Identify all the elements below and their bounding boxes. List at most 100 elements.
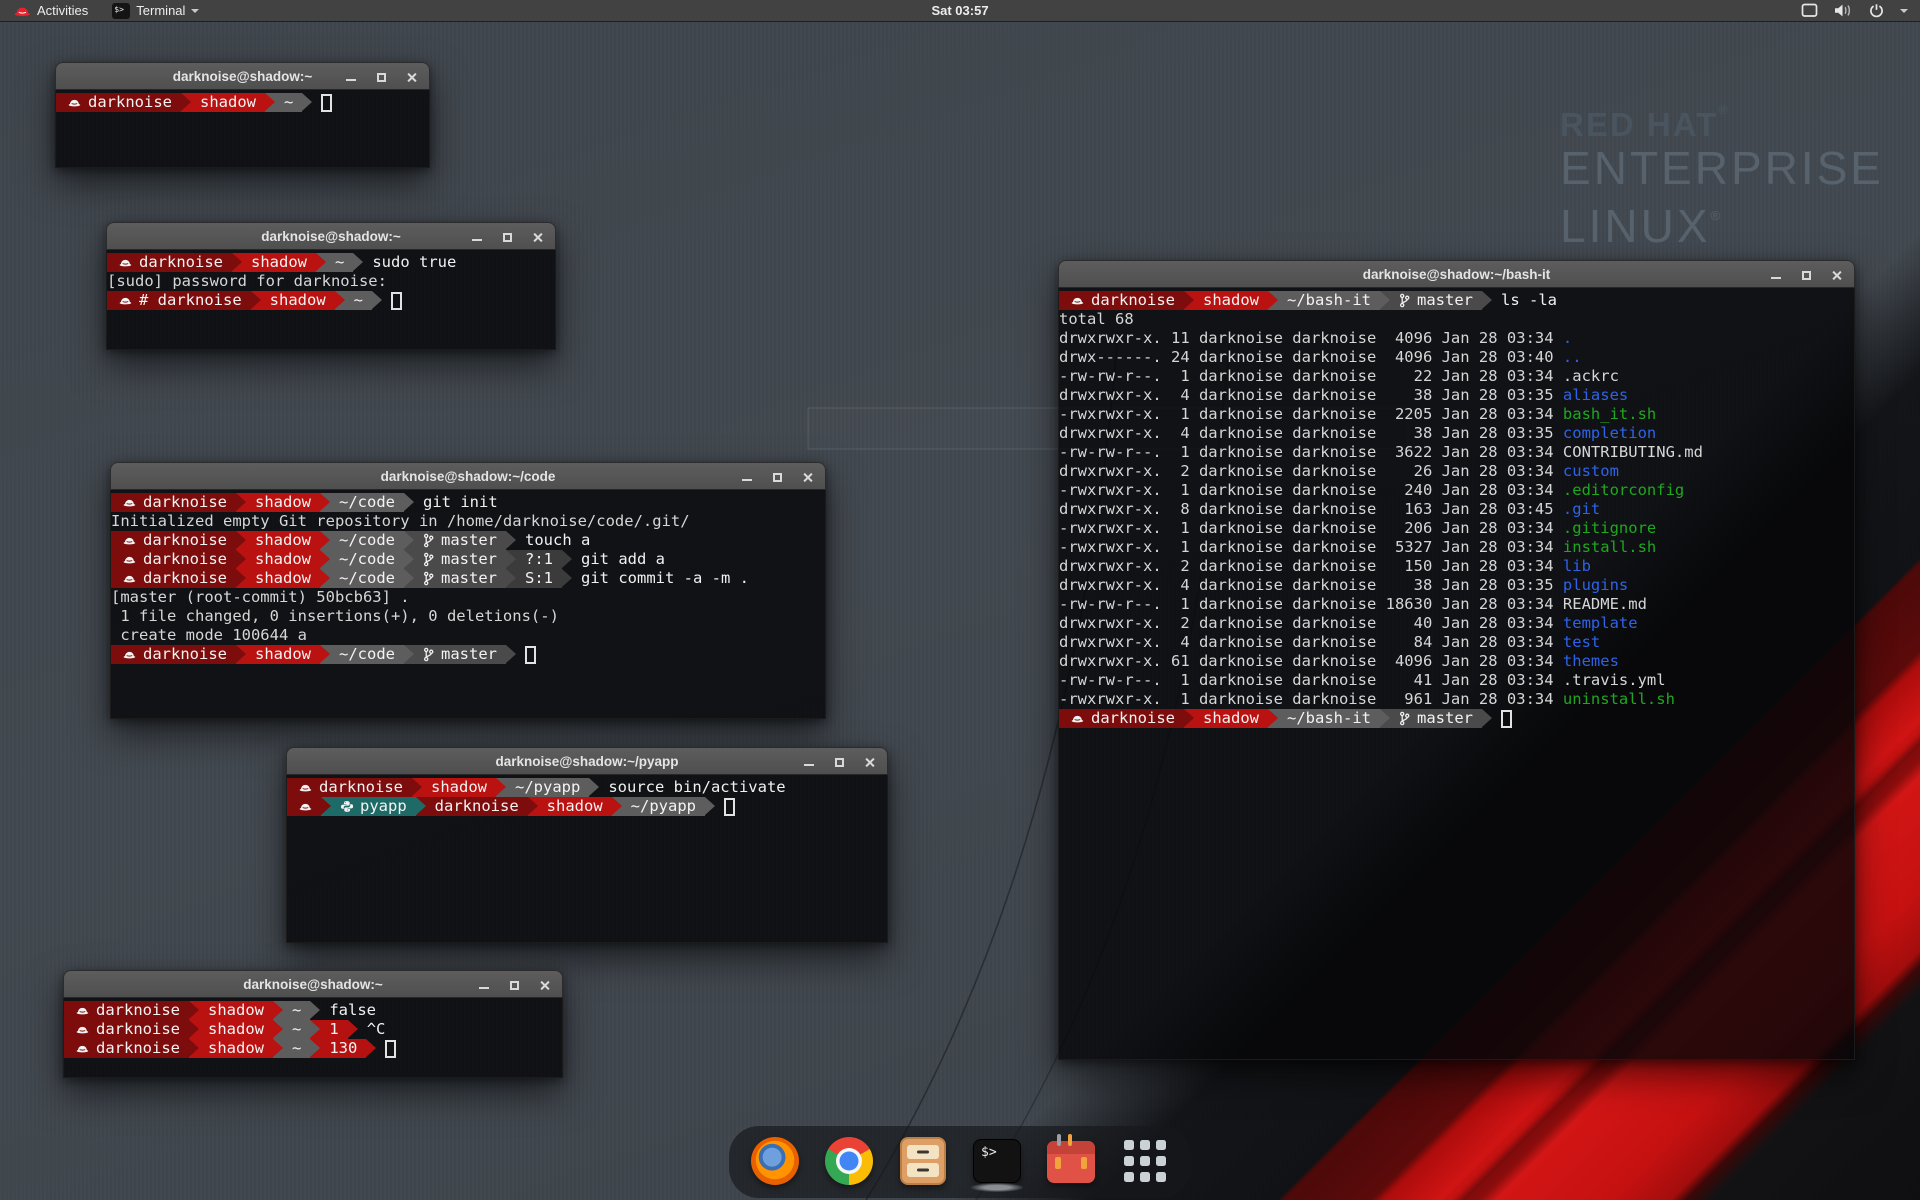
minimize-icon [346, 79, 356, 81]
powerline-arrow-icon [316, 253, 326, 272]
prompt-line: darknoiseshadow~ [56, 93, 429, 112]
prompt-segment-user: darknoise [107, 253, 232, 272]
output-line: -rwxrwxr-x. 1 darknoise darknoise 240 Ja… [1059, 481, 1854, 500]
maximize-button[interactable] [1798, 267, 1814, 283]
output-line: -rw-rw-r--. 1 darknoise darknoise 3622 J… [1059, 443, 1854, 462]
redhat-icon [123, 573, 136, 584]
redhat-icon [299, 782, 312, 793]
terminal-window-bash-it: darknoise@shadow:~/bash-it darknoiseshad… [1058, 260, 1855, 1060]
output-text: drwxrwxr-x. 4 darknoise darknoise 38 Jan… [1059, 386, 1563, 405]
prompt-segment-host: shadow [246, 550, 320, 569]
window-titlebar[interactable]: darknoise@shadow:~/bash-it [1058, 260, 1855, 288]
volume-icon[interactable] [1834, 3, 1853, 18]
terminal-content[interactable]: darknoiseshadow~/pyappsource bin/activat… [286, 775, 888, 943]
minimize-button[interactable] [343, 69, 359, 85]
maximize-button[interactable] [373, 69, 389, 85]
minimize-button[interactable] [739, 469, 755, 485]
output-line: drwxrwxr-x. 11 darknoise darknoise 4096 … [1059, 329, 1854, 348]
powerline-arrow-icon [236, 493, 246, 512]
close-button[interactable] [861, 754, 877, 770]
terminal-content[interactable]: darknoiseshadow~sudo true[sudo] password… [106, 250, 556, 350]
minimize-button[interactable] [476, 977, 492, 993]
powerline-arrow-icon [404, 569, 414, 588]
window-titlebar[interactable]: darknoise@shadow:~/code [110, 462, 826, 490]
command-text: git init [414, 493, 498, 512]
window-titlebar[interactable]: darknoise@shadow:~ [55, 62, 430, 90]
file-name: bash_it.sh [1563, 405, 1656, 424]
powerline-arrow-icon [404, 645, 414, 664]
powerline-arrow-icon [251, 291, 261, 310]
command-text: source bin/activate [599, 778, 785, 797]
command-text: ^C [358, 1020, 386, 1039]
powerline-arrow-icon [273, 1020, 283, 1039]
app-menu-terminal[interactable]: $> Terminal [104, 0, 207, 22]
file-name: themes [1563, 652, 1619, 671]
terminal-content[interactable]: darknoiseshadow~falsedarknoiseshadow~1^C… [63, 998, 563, 1078]
maximize-button[interactable] [506, 977, 522, 993]
powerline-arrow-icon [273, 1001, 283, 1020]
git-branch-icon [423, 571, 434, 586]
prompt-segment-exit: 130 [320, 1039, 366, 1058]
redhat-icon [119, 257, 132, 268]
window-titlebar[interactable]: darknoise@shadow:~ [106, 222, 556, 250]
window-titlebar[interactable]: darknoise@shadow:~/pyapp [286, 747, 888, 775]
terminal-content[interactable]: darknoiseshadow~/bash-itmasterls -latota… [1058, 288, 1855, 1060]
file-name: .git [1563, 500, 1600, 519]
minimize-button[interactable] [801, 754, 817, 770]
maximize-button[interactable] [769, 469, 785, 485]
prompt-segment-user: darknoise [64, 1001, 189, 1020]
file-name: .ackrc [1563, 367, 1619, 386]
powerline-arrow-icon [320, 531, 330, 550]
prompt-segment-branch: master [414, 550, 506, 569]
powerline-arrow-icon [1482, 291, 1492, 310]
prompt-line: darknoiseshadow~130 [64, 1039, 562, 1058]
firefox-browser-icon[interactable] [751, 1137, 799, 1185]
terminal-window-pyapp: darknoise@shadow:~/pyapp darknoiseshadow… [286, 747, 888, 943]
terminal-cursor [1501, 710, 1512, 728]
chrome-browser-icon[interactable] [825, 1137, 873, 1185]
show-applications-icon[interactable] [1121, 1137, 1169, 1185]
terminal-mini-icon: $> [112, 3, 130, 19]
powerline-arrow-icon [310, 1001, 320, 1020]
output-line: -rwxrwxr-x. 1 darknoise darknoise 2205 J… [1059, 405, 1854, 424]
clock[interactable]: Sat 03:57 [931, 3, 988, 18]
powerline-arrow-icon [321, 797, 331, 816]
prompt-segment-host: shadow [191, 93, 265, 112]
output-line: drwxrwxr-x. 4 darknoise darknoise 38 Jan… [1059, 386, 1854, 405]
redhat-icon [123, 554, 136, 565]
display-icon[interactable] [1801, 3, 1818, 18]
prompt-segment-host: shadow [246, 569, 320, 588]
powerline-arrow-icon [232, 253, 242, 272]
window-titlebar[interactable]: darknoise@shadow:~ [63, 970, 563, 998]
redhat-icon [76, 1005, 89, 1016]
prompt-segment-host: shadow [261, 291, 335, 310]
minimize-button[interactable] [1768, 267, 1784, 283]
maximize-icon [835, 758, 844, 767]
terminal-content[interactable]: darknoiseshadow~ [55, 90, 430, 168]
minimize-button[interactable] [469, 229, 485, 245]
minimize-icon [479, 987, 489, 989]
close-button[interactable] [536, 977, 552, 993]
maximize-button[interactable] [499, 229, 515, 245]
maximize-button[interactable] [831, 754, 847, 770]
redhat-icon [123, 497, 136, 508]
close-button[interactable] [403, 69, 419, 85]
power-icon[interactable] [1869, 3, 1884, 18]
file-name: CONTRIBUTING.md [1563, 443, 1703, 462]
window-title: darknoise@shadow:~/pyapp [495, 754, 678, 769]
close-button[interactable] [1828, 267, 1844, 283]
powerline-arrow-icon [310, 1020, 320, 1039]
system-menu-chevron-icon[interactable] [1900, 9, 1908, 13]
close-button[interactable] [799, 469, 815, 485]
terminal-app-icon[interactable]: $> [973, 1137, 1021, 1185]
powerline-arrow-icon [320, 493, 330, 512]
output-text: drwxrwxr-x. 4 darknoise darknoise 84 Jan… [1059, 633, 1563, 652]
file-manager-icon[interactable] [899, 1137, 947, 1185]
file-name: uninstall.sh [1563, 690, 1675, 709]
close-button[interactable] [529, 229, 545, 245]
terminal-content[interactable]: darknoiseshadow~/codegit initInitialized… [110, 490, 826, 719]
activities-button[interactable]: Activities [8, 0, 94, 22]
terminal-window-exit-codes: darknoise@shadow:~ darknoiseshadow~false… [63, 970, 563, 1078]
output-line: -rwxrwxr-x. 1 darknoise darknoise 5327 J… [1059, 538, 1854, 557]
toolbox-icon[interactable] [1047, 1137, 1095, 1185]
